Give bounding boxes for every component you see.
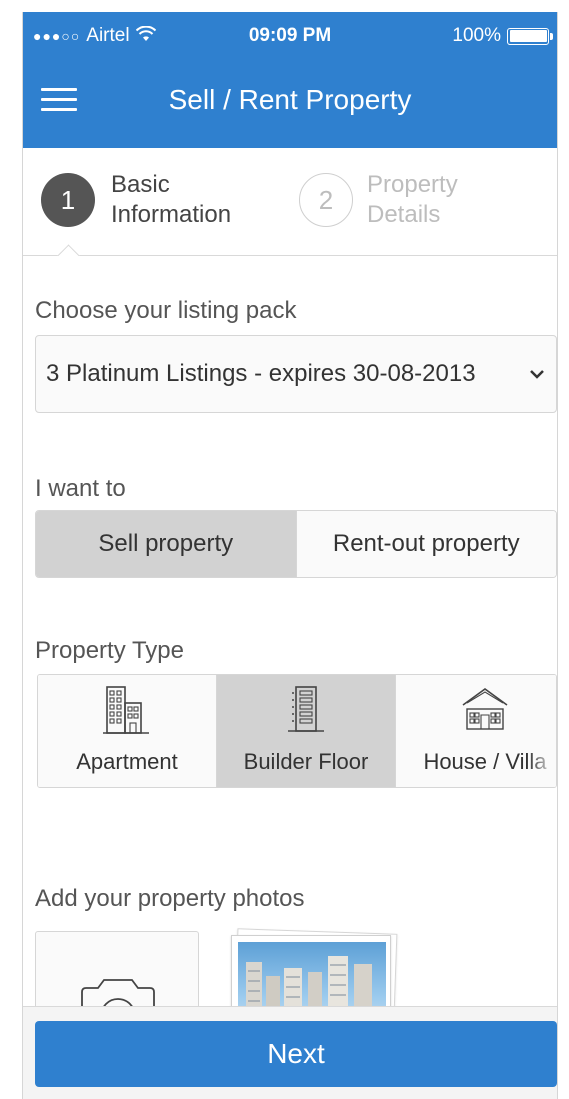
- progress-stepper: 1 Basic Information 2 Property Details: [23, 148, 557, 256]
- chevron-down-icon: [518, 369, 556, 379]
- intent-label: I want to: [35, 475, 126, 502]
- sell-property-option[interactable]: Sell property: [36, 511, 296, 577]
- property-type-house-villa[interactable]: House / Villa: [395, 675, 556, 787]
- property-type-apartment[interactable]: Apartment: [38, 675, 216, 787]
- step-label: Property Details: [367, 170, 517, 230]
- property-type-label-builder-floor: Builder Floor: [243, 749, 369, 774]
- step-basic-information[interactable]: 1 Basic Information: [41, 170, 261, 230]
- photos-label: Add your property photos: [35, 885, 305, 912]
- next-button[interactable]: Next: [35, 1021, 557, 1087]
- battery-icon: [507, 27, 553, 45]
- app-header: ●●●○○ Airtel 09:09 PM 100% Sell / Rent P…: [23, 12, 557, 148]
- navigation-bar: Sell / Rent Property: [23, 56, 557, 148]
- rent-out-property-option[interactable]: Rent-out property: [295, 511, 556, 577]
- house-icon: [396, 681, 556, 737]
- page-title: Sell / Rent Property: [168, 84, 412, 115]
- property-type-row: Apartment Builder Floor House / Villa: [38, 675, 556, 787]
- property-type-label-apartment: Apartment: [76, 749, 178, 774]
- battery-group: 100%: [452, 25, 553, 47]
- step-label-line1: Basic: [111, 171, 170, 198]
- step-label-line2: Information: [111, 201, 232, 228]
- step-property-details[interactable]: 2 Property Details: [299, 170, 517, 230]
- property-type-builder-floor[interactable]: Builder Floor: [216, 675, 395, 787]
- listing-pack-label: Choose your listing pack: [35, 297, 297, 324]
- intent-segmented-control: Sell property Rent-out property: [35, 510, 557, 578]
- battery-percent: 100%: [452, 25, 501, 46]
- status-bar: ●●●○○ Airtel 09:09 PM 100%: [23, 12, 557, 56]
- step-label-line2: Details: [367, 201, 441, 228]
- builder-floor-building-icon: [217, 681, 395, 737]
- step-number-badge: 1: [41, 173, 95, 227]
- step-label: Basic Information: [111, 170, 261, 230]
- app-screen: ●●●○○ Airtel 09:09 PM 100% Sell / Rent P…: [22, 12, 558, 1099]
- footer-bar: Next: [23, 1006, 557, 1099]
- property-type-selector[interactable]: Apartment Builder Floor House / Villa: [37, 674, 557, 788]
- apartment-building-icon: [38, 681, 216, 737]
- listing-pack-select[interactable]: 3 Platinum Listings - expires 30-08-2013: [35, 335, 557, 413]
- property-type-label: Property Type: [35, 637, 184, 664]
- property-type-label-house-villa: House / Villa: [423, 749, 547, 774]
- step-label-line1: Property: [367, 171, 458, 198]
- active-step-indicator: [57, 244, 81, 256]
- phone-frame: ●●●○○ Airtel 09:09 PM 100% Sell / Rent P…: [0, 0, 569, 1099]
- step-number-badge: 2: [299, 173, 353, 227]
- listing-pack-selected-value: 3 Platinum Listings - expires 30-08-2013: [46, 360, 476, 387]
